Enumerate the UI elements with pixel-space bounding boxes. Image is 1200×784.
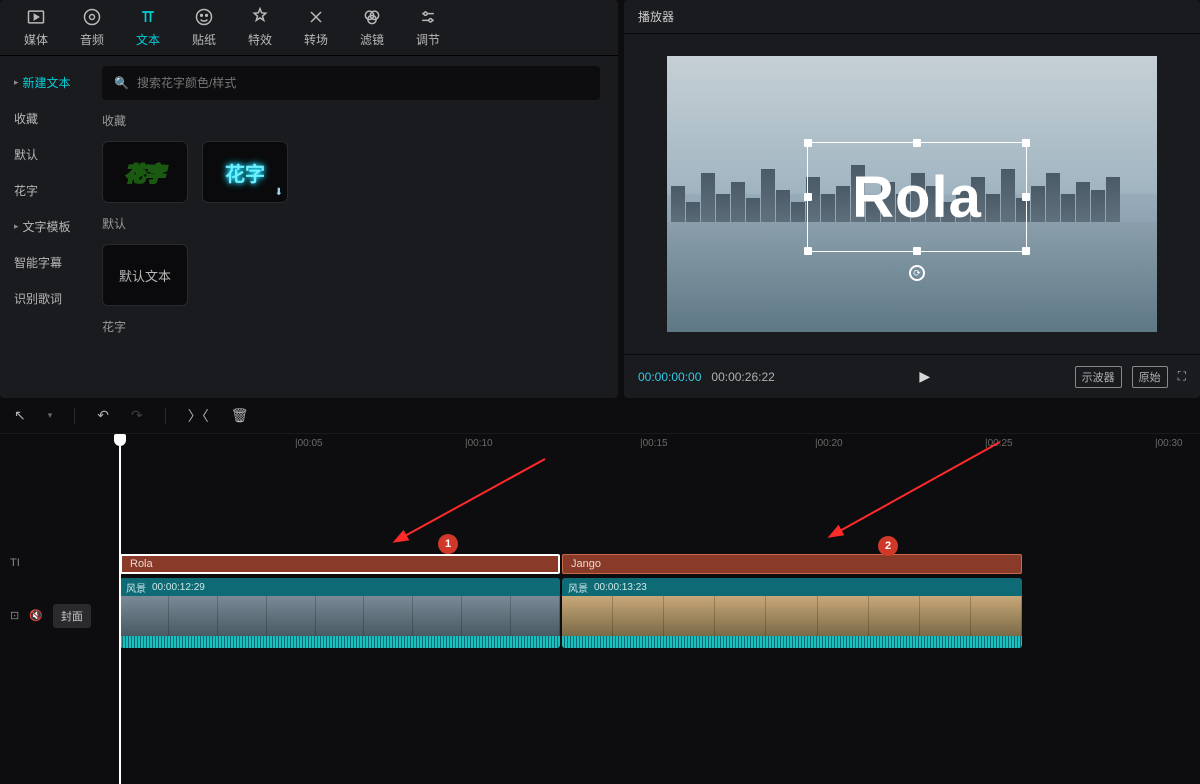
asset-panel: 媒体 音频 文本 贴纸 特效 转场 滤镜 调节 ▸新建文本 收藏 默认 花字 ▸…	[0, 0, 618, 398]
tab-text[interactable]: 文本	[120, 0, 176, 55]
sidebar-default[interactable]: 默认	[0, 136, 92, 172]
search-input[interactable]	[137, 76, 588, 90]
text-clip-2[interactable]: Jango	[562, 554, 1022, 574]
split-icon[interactable]: 〉〈	[188, 406, 209, 426]
timeline-toolbar: ↖ ▾ ↶ ↷ 〉〈 🗑	[0, 398, 1200, 434]
asset-content: 🔍 收藏 花字 花字⬇ 默认 默认文本 花字	[92, 56, 618, 398]
rotate-handle[interactable]: ⟳	[909, 265, 925, 281]
text-selection-box[interactable]: Rola ⟳	[807, 142, 1027, 252]
scope-button[interactable]: 示波器	[1075, 366, 1122, 388]
tab-transition[interactable]: 转场	[288, 0, 344, 55]
text-clip-1[interactable]: Rola	[120, 554, 560, 574]
tab-filter[interactable]: 滤镜	[344, 0, 400, 55]
time-ruler[interactable]: |00:05 |00:10 |00:15 |00:20 |00:25 |00:3…	[0, 434, 1200, 458]
sidebar-text-template[interactable]: ▸文字模板	[0, 208, 92, 244]
player-panel: 播放器 Rola ⟳ 00:00:00:00 00:00:26:22 ▶	[624, 0, 1200, 398]
tab-media[interactable]: 媒体	[8, 0, 64, 55]
section-fav: 收藏	[102, 112, 600, 129]
tab-audio[interactable]: 音频	[64, 0, 120, 55]
thumb-default-text[interactable]: 默认文本	[102, 244, 188, 306]
redo-icon[interactable]: ↷	[131, 407, 143, 424]
sidebar-fav[interactable]: 收藏	[0, 100, 92, 136]
text-sidebar: ▸新建文本 收藏 默认 花字 ▸文字模板 智能字幕 识别歌词	[0, 56, 92, 398]
undo-icon[interactable]: ↶	[97, 407, 109, 424]
fullscreen-icon[interactable]: ⛶	[1178, 369, 1186, 384]
timecode-current: 00:00:00:00	[638, 370, 701, 384]
delete-icon[interactable]: 🗑	[231, 407, 249, 424]
tab-sticker[interactable]: 贴纸	[176, 0, 232, 55]
player-controls: 00:00:00:00 00:00:26:22 ▶ 示波器 原始 ⛶	[624, 354, 1200, 398]
player-title: 播放器	[624, 0, 1200, 34]
text-track: TI Rola Jango	[0, 548, 1200, 578]
tab-adjust[interactable]: 调节	[400, 0, 456, 55]
sidebar-smart-subtitle[interactable]: 智能字幕	[0, 244, 92, 280]
thumb-huazi-2[interactable]: 花字⬇	[202, 141, 288, 203]
text-track-icon: TI	[10, 557, 20, 569]
sidebar-recognize-lyrics[interactable]: 识别歌词	[0, 280, 92, 316]
timeline-panel: ↖ ▾ ↶ ↷ 〉〈 🗑 |00:05 |00:10 |00:15 |00:20…	[0, 398, 1200, 778]
tab-effects[interactable]: 特效	[232, 0, 288, 55]
play-button[interactable]: ▶	[919, 368, 930, 385]
original-button[interactable]: 原始	[1132, 366, 1168, 388]
search-icon: 🔍	[114, 76, 129, 90]
sidebar-huazi[interactable]: 花字	[0, 172, 92, 208]
video-clip-2[interactable]: 风景00:00:13:23	[562, 578, 1022, 648]
overlay-text: Rola	[808, 143, 1026, 251]
preview-viewport[interactable]: Rola ⟳	[667, 56, 1157, 332]
timecode-duration: 00:00:26:22	[711, 370, 774, 384]
search-box[interactable]: 🔍	[102, 66, 600, 100]
lock-icon[interactable]: ⊡	[10, 609, 19, 622]
top-tabs: 媒体 音频 文本 贴纸 特效 转场 滤镜 调节	[0, 0, 618, 56]
section-default: 默认	[102, 215, 600, 232]
thumb-huazi-1[interactable]: 花字	[102, 141, 188, 203]
mute-icon[interactable]: 🔇	[29, 609, 43, 622]
video-track: ⊡ 🔇 封面 风景00:00:12:29 风景00:00:13:23	[0, 578, 1200, 653]
annotation-marker-2: 2	[878, 536, 898, 556]
cursor-dropdown-icon[interactable]: ▾	[48, 410, 53, 421]
cursor-tool-icon[interactable]: ↖	[14, 407, 26, 424]
cover-button[interactable]: 封面	[53, 604, 91, 628]
download-icon[interactable]: ⬇	[275, 187, 283, 198]
video-clip-1[interactable]: 风景00:00:12:29	[120, 578, 560, 648]
annotation-marker-1: 1	[438, 534, 458, 554]
sidebar-new-text[interactable]: ▸新建文本	[0, 64, 92, 100]
section-huazi: 花字	[102, 318, 600, 335]
